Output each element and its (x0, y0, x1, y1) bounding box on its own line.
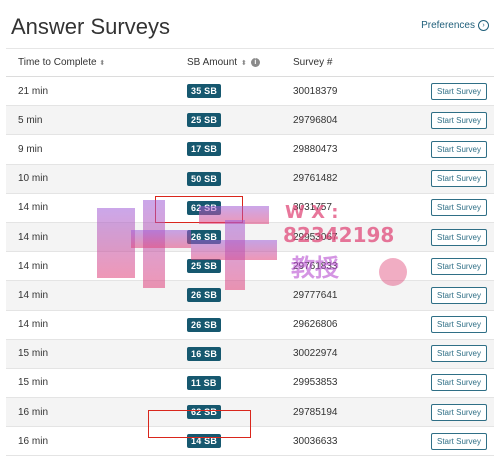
table-row: 5 min 25 SB 29796804 Start Survey (6, 106, 494, 136)
start-survey-button[interactable]: Start Survey (430, 140, 487, 158)
sb-amount-badge: 62 SB (187, 405, 222, 420)
time-cell: 16 min (18, 435, 49, 447)
table-row: 14 min 26 SB 29626806 Start Survey (6, 311, 494, 340)
table-row: 21 min 35 SB 30018379 Start Survey (6, 77, 494, 107)
time-cell: 14 min (18, 289, 49, 301)
start-survey-button[interactable]: Start Survey (430, 316, 487, 334)
survey-number-cell: 29953067 (293, 231, 338, 243)
table-row: 14 min 62 SB 3031757 Start Survey (6, 194, 494, 223)
survey-number-cell: 3031757 (293, 202, 332, 214)
start-survey-button[interactable]: Start Survey (430, 345, 487, 363)
amount-cell: 25 SB (175, 113, 293, 128)
survey-number-cell: 29761833 (293, 260, 338, 272)
amount-cell: 25 SB (175, 259, 293, 274)
sb-amount-badge: 35 SB (187, 84, 222, 99)
sb-amount-badge: 62 SB (187, 200, 222, 215)
time-cell: 14 min (18, 202, 49, 214)
table-header: Time to Complete ⬍ SB Amount ⬍ i Survey … (6, 48, 494, 77)
table-row: 15 min 16 SB 30022974 Start Survey (6, 339, 494, 369)
time-cell: 16 min (18, 406, 49, 418)
survey-number-cell: 30036633 (293, 435, 338, 447)
survey-number-cell: 29761482 (293, 173, 338, 185)
amount-cell: 62 SB (175, 200, 293, 215)
survey-number-cell: 29880473 (293, 143, 338, 155)
amount-cell: 16 SB (175, 346, 293, 361)
sb-amount-badge: 25 SB (187, 113, 222, 128)
table-row: 14 min 25 SB 29761833 Start Survey (6, 252, 494, 282)
amount-cell: 62 SB (175, 405, 293, 420)
sb-amount-badge: 26 SB (187, 288, 222, 303)
preferences-link[interactable]: Preferences › (421, 20, 489, 31)
survey-column-header: Survey # (293, 57, 333, 68)
start-survey-button[interactable]: Start Survey (430, 111, 487, 129)
time-cell: 14 min (18, 319, 49, 331)
survey-number-cell: 30018379 (293, 85, 338, 97)
sb-amount-badge: 16 SB (187, 346, 222, 361)
sb-amount-badge: 26 SB (187, 317, 222, 332)
time-cell: 15 min (18, 348, 49, 360)
sb-amount-badge: 25 SB (187, 259, 222, 274)
sb-amount-badge: 14 SB (187, 434, 222, 449)
survey-number-cell: 29785194 (293, 406, 338, 418)
sort-icon: ⬍ (241, 59, 247, 67)
page-title: Answer Surveys (11, 14, 170, 39)
info-icon[interactable]: i (250, 58, 260, 67)
amount-cell: 17 SB (175, 142, 293, 157)
time-cell: 9 min (18, 143, 43, 155)
start-survey-button[interactable]: Start Survey (430, 228, 487, 246)
start-survey-button[interactable]: Start Survey (430, 403, 487, 421)
survey-number-cell: 29953853 (293, 377, 338, 389)
chevron-right-icon: › (478, 20, 489, 31)
survey-table: Time to Complete ⬍ SB Amount ⬍ i Survey … (6, 48, 494, 457)
sb-amount-badge: 11 SB (187, 375, 221, 390)
time-cell: 14 min (18, 231, 49, 243)
time-cell: 14 min (18, 260, 49, 272)
amount-column-header[interactable]: SB Amount ⬍ i (175, 57, 293, 68)
table-row: 16 min 14 SB 30036633 Start Survey (6, 427, 494, 457)
start-survey-button[interactable]: Start Survey (430, 432, 487, 450)
amount-cell: 14 SB (175, 434, 293, 449)
preferences-label: Preferences (421, 20, 475, 31)
amount-cell: 35 SB (175, 84, 293, 99)
sb-amount-badge: 26 SB (187, 230, 222, 245)
time-cell: 15 min (18, 377, 49, 389)
start-survey-button[interactable]: Start Survey (430, 199, 487, 217)
survey-number-cell: 30022974 (293, 348, 338, 360)
table-row: 9 min 17 SB 29880473 Start Survey (6, 135, 494, 165)
table-row: 15 min 11 SB 29953853 Start Survey (6, 369, 494, 399)
amount-cell: 26 SB (175, 317, 293, 332)
sb-amount-badge: 17 SB (187, 142, 222, 157)
time-column-header[interactable]: Time to Complete ⬍ (6, 57, 175, 68)
amount-cell: 50 SB (175, 171, 293, 186)
sort-icon: ⬍ (99, 60, 106, 67)
start-survey-button[interactable]: Start Survey (430, 82, 487, 100)
table-row: 14 min 26 SB 29777641 Start Survey (6, 281, 494, 311)
start-survey-button[interactable]: Start Survey (430, 286, 487, 304)
table-row: 16 min 62 SB 29785194 Start Survey (6, 398, 494, 428)
time-cell: 10 min (18, 173, 49, 185)
table-row: 10 min 50 SB 29761482 Start Survey (6, 164, 494, 194)
start-survey-button[interactable]: Start Survey (430, 374, 487, 392)
survey-number-cell: 29626806 (293, 319, 338, 331)
table-row: 14 min 26 SB 29953067 Start Survey (6, 222, 494, 253)
sb-amount-badge: 50 SB (187, 171, 222, 186)
time-cell: 5 min (18, 114, 43, 126)
amount-cell: 11 SB (175, 375, 293, 390)
survey-number-cell: 29777641 (293, 289, 338, 301)
start-survey-button[interactable]: Start Survey (430, 257, 487, 275)
start-survey-button[interactable]: Start Survey (430, 170, 487, 188)
amount-cell: 26 SB (175, 288, 293, 303)
time-cell: 21 min (18, 85, 49, 97)
amount-cell: 26 SB (175, 230, 293, 245)
survey-number-cell: 29796804 (293, 114, 338, 126)
